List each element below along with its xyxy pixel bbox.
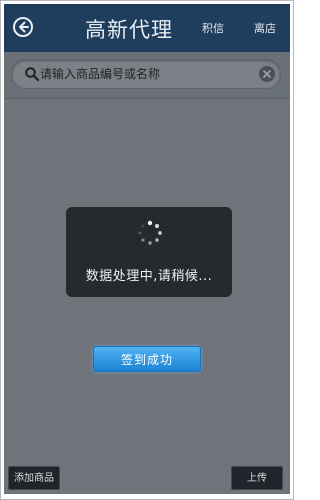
back-arrow-icon[interactable]	[12, 16, 34, 38]
loading-dialog: 数据处理中,请稍候...	[66, 207, 232, 297]
header-link-one[interactable]: 积信	[202, 20, 224, 36]
page-title: 高新代理	[85, 18, 173, 42]
upload-button[interactable]: 上传	[231, 466, 283, 490]
search-box	[11, 59, 281, 89]
bottom-bar: 添加商品 上传	[4, 462, 290, 494]
app-header: 高新代理 积信 离店	[4, 4, 290, 52]
header-link-two[interactable]: 离店	[254, 20, 276, 36]
app-screen: 高新代理 积信 离店 请输入商品编号或名称 数据处理中,请稍候... 签到成功 …	[4, 4, 290, 494]
clear-icon[interactable]	[258, 65, 276, 83]
loading-spinner-icon	[138, 220, 162, 245]
search-icon	[25, 67, 40, 82]
check-in-success-button[interactable]: 签到成功	[93, 346, 201, 372]
screenshot-frame: 高新代理 积信 离店 请输入商品编号或名称 数据处理中,请稍候... 签到成功 …	[0, 0, 294, 500]
loading-message: 数据处理中,请稍候...	[85, 269, 213, 284]
search-input[interactable]	[40, 64, 254, 84]
search-bar	[4, 52, 290, 99]
add-product-button[interactable]: 添加商品	[8, 466, 60, 490]
